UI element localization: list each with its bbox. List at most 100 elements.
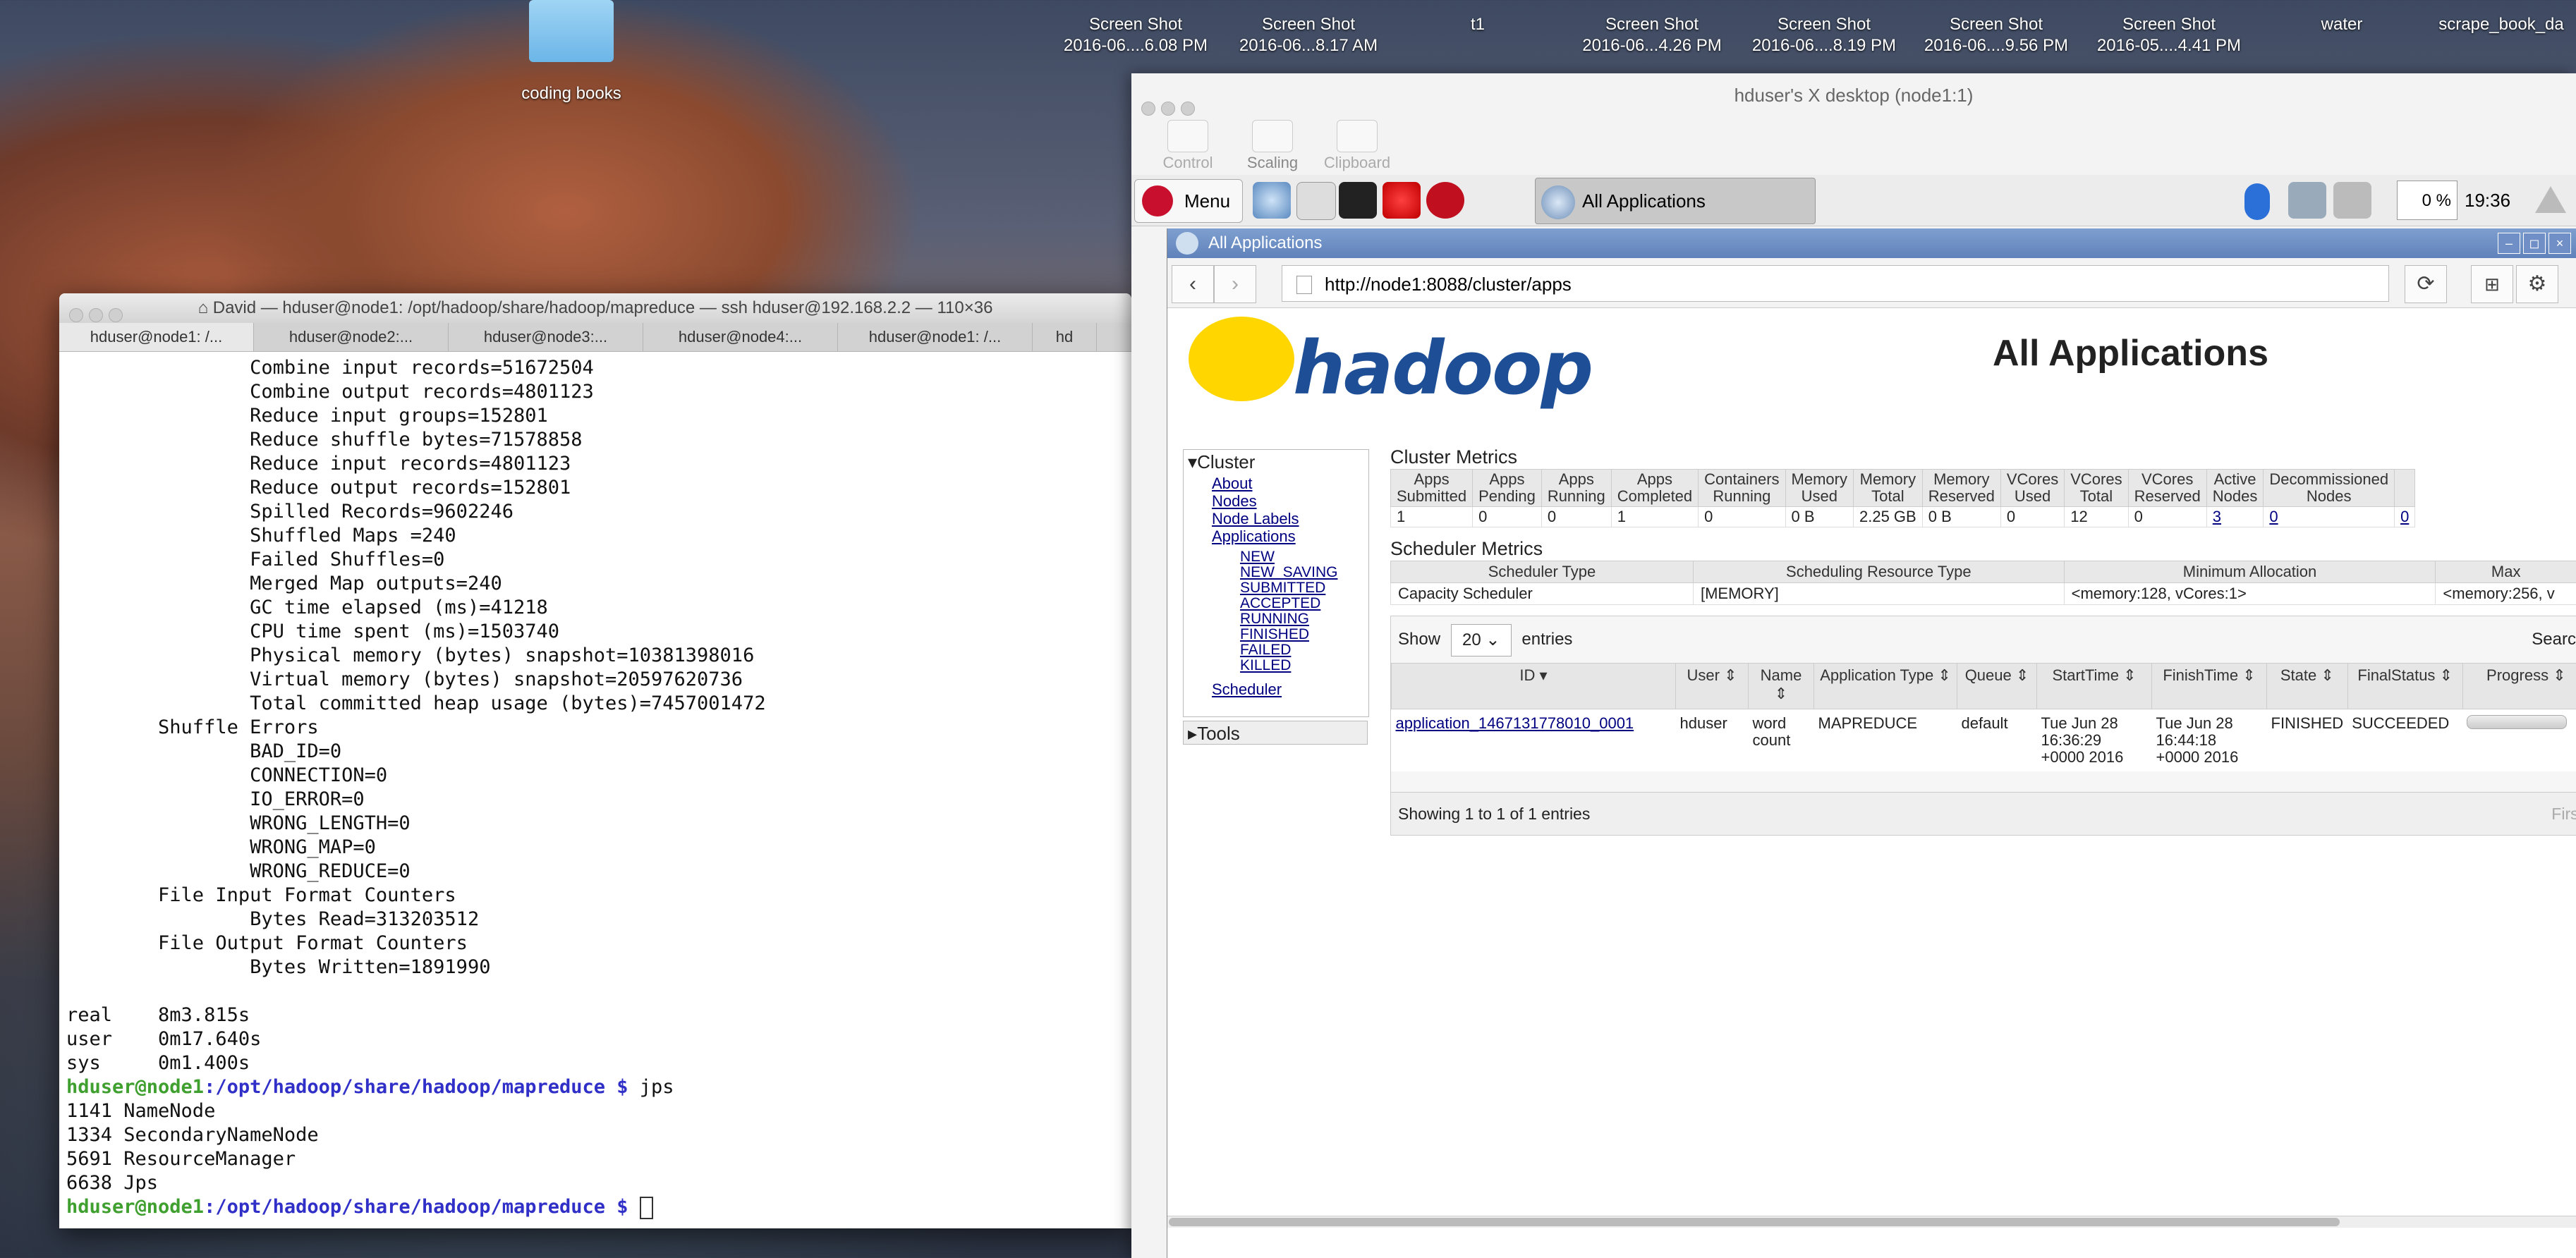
zoom-icon[interactable] bbox=[109, 308, 123, 322]
entries-select[interactable]: 20 ⌄ bbox=[1450, 623, 1512, 657]
prompt-line[interactable]: hduser@node1:/opt/hadoop/share/hadoop/ma… bbox=[66, 1195, 1124, 1219]
folder-icon[interactable] bbox=[529, 0, 614, 62]
column-header-state[interactable]: State ⇕ bbox=[2266, 663, 2348, 709]
desktop-item[interactable]: t1 bbox=[1411, 14, 1545, 35]
forward-button[interactable]: › bbox=[1214, 265, 1256, 303]
column-header-user[interactable]: User ⇕ bbox=[1675, 663, 1749, 709]
desktop-item-coding-books[interactable]: coding books bbox=[501, 83, 642, 104]
browser-window[interactable]: All Applications – ◻ × ‹ › http://node1:… bbox=[1167, 228, 2576, 1258]
first-page-button[interactable]: First bbox=[2551, 793, 2576, 835]
table-cell[interactable]: 3 bbox=[2206, 506, 2264, 527]
state-link-accepted[interactable]: ACCEPTED bbox=[1184, 596, 1368, 611]
terminal-tab[interactable]: hduser@node4:... bbox=[643, 323, 838, 351]
terminal-tab[interactable]: hduser@node1: /... bbox=[838, 323, 1033, 351]
horizontal-scrollbar[interactable] bbox=[1167, 1216, 2576, 1228]
desktop-item[interactable]: Screen Shot 2016-06...4.26 PM bbox=[1567, 14, 1737, 56]
mathematica-icon[interactable] bbox=[1383, 182, 1421, 219]
desktop-item[interactable]: water bbox=[2271, 14, 2412, 35]
sidebar-tools[interactable]: ▸Tools bbox=[1183, 721, 1368, 745]
eject-icon[interactable] bbox=[2535, 186, 2566, 213]
close-icon[interactable] bbox=[69, 308, 83, 322]
terminal-tab[interactable]: hduser@node2:... bbox=[254, 323, 449, 351]
column-header-id[interactable]: ID ▾ bbox=[1391, 663, 1676, 709]
column-header-name[interactable]: Name ⇕ bbox=[1748, 663, 1814, 709]
sidebar-link-nodes[interactable]: Nodes bbox=[1184, 492, 1368, 510]
terminal-line: Physical memory (bytes) snapshot=1038139… bbox=[66, 645, 755, 666]
terminal-window[interactable]: ⌂ David — hduser@node1: /opt/hadoop/shar… bbox=[59, 293, 1131, 1228]
column-header-type[interactable]: Application Type ⇕ bbox=[1813, 663, 1957, 709]
terminal-tab[interactable]: hd bbox=[1033, 323, 1097, 351]
terminal-launcher-icon[interactable] bbox=[1339, 182, 1377, 219]
file-manager-icon[interactable] bbox=[1296, 182, 1336, 220]
desktop-item[interactable]: Screen Shot 2016-06....6.08 PM bbox=[1051, 14, 1220, 56]
back-button[interactable]: ‹ bbox=[1172, 265, 1214, 303]
terminal-tab[interactable]: hduser@node3:... bbox=[449, 323, 643, 351]
column-header-finalstatus[interactable]: FinalStatus ⇕ bbox=[2347, 663, 2463, 709]
terminal-line: Spilled Records=9602246 bbox=[66, 501, 514, 523]
column-header: VCores Total bbox=[2064, 469, 2129, 507]
clipboard-button[interactable]: Clipboard bbox=[1315, 117, 1399, 175]
scaling-button[interactable]: Scaling bbox=[1230, 117, 1315, 175]
state-link-new[interactable]: NEW bbox=[1184, 549, 1368, 565]
minimize-icon[interactable]: – bbox=[2498, 233, 2520, 254]
close-icon[interactable] bbox=[1141, 102, 1155, 116]
settings-gear-icon[interactable]: ⚙ bbox=[2516, 265, 2558, 303]
column-header-finishtime[interactable]: FinishTime ⇕ bbox=[2151, 663, 2267, 709]
state-link-submitted[interactable]: SUBMITTED bbox=[1184, 580, 1368, 596]
window-controls[interactable] bbox=[69, 303, 128, 332]
desktop-item[interactable]: Screen Shot 2016-06...8.17 AM bbox=[1224, 14, 1393, 56]
column-header: Active Nodes bbox=[2206, 469, 2264, 507]
minimize-icon[interactable] bbox=[89, 308, 103, 322]
vnc-window[interactable]: hduser's X desktop (node1:1) Control Sca… bbox=[1131, 73, 2576, 1258]
wolfram-icon[interactable] bbox=[1426, 182, 1464, 219]
maximize-icon[interactable]: ◻ bbox=[2523, 233, 2546, 254]
window-controls[interactable] bbox=[1141, 87, 1201, 131]
taskbar-all-applications[interactable]: All Applications bbox=[1535, 178, 1816, 224]
desktop-item[interactable]: scrape_book_da bbox=[2426, 14, 2576, 35]
url-bar[interactable]: http://node1:8088/cluster/apps bbox=[1282, 265, 2389, 302]
sidebar-link-node-labels[interactable]: Node Labels bbox=[1184, 510, 1368, 527]
column-header-starttime[interactable]: StartTime ⇕ bbox=[2036, 663, 2152, 709]
close-icon[interactable]: × bbox=[2548, 233, 2571, 254]
volume-icon[interactable] bbox=[2333, 182, 2371, 219]
table-cell[interactable]: 0 bbox=[2394, 506, 2416, 527]
scrollbar-thumb[interactable] bbox=[1169, 1218, 2340, 1226]
menu-button[interactable]: Menu bbox=[1134, 179, 1243, 223]
network-icon[interactable] bbox=[2288, 182, 2326, 219]
terminal-output[interactable]: Combine input records=51672504 Combine o… bbox=[59, 352, 1131, 1223]
browser-titlebar[interactable]: All Applications – ◻ × bbox=[1167, 228, 2576, 258]
sidebar-link-scheduler[interactable]: Scheduler bbox=[1184, 680, 1368, 698]
state-link-finished[interactable]: FINISHED bbox=[1184, 627, 1368, 642]
browser-icon bbox=[1176, 232, 1198, 255]
state-link-failed[interactable]: FAILED bbox=[1184, 642, 1368, 658]
minimize-icon[interactable] bbox=[1161, 102, 1175, 116]
state-link-running[interactable]: RUNNING bbox=[1184, 611, 1368, 627]
desktop-item[interactable]: Screen Shot 2016-05....4.41 PM bbox=[2084, 14, 2254, 56]
browser-launcher-icon[interactable] bbox=[1253, 182, 1291, 219]
desktop-item[interactable]: Screen Shot 2016-06....9.56 PM bbox=[1912, 14, 2081, 56]
lxde-panel: Menu All Applications 0 % 19:36 bbox=[1131, 175, 2576, 226]
bookmark-button[interactable]: ⊞ bbox=[2471, 265, 2513, 303]
state-link-new-saving[interactable]: NEW_SAVING bbox=[1184, 565, 1368, 580]
terminal-titlebar[interactable]: ⌂ David — hduser@node1: /opt/hadoop/shar… bbox=[59, 293, 1131, 323]
table-cell[interactable]: 0 bbox=[2263, 506, 2395, 527]
panel-clock[interactable]: 19:36 bbox=[2465, 175, 2510, 226]
reload-button[interactable]: ⟳ bbox=[2405, 265, 2447, 303]
terminal-line: sys 0m1.400s bbox=[66, 1052, 250, 1074]
desktop-item[interactable]: Screen Shot 2016-06....8.19 PM bbox=[1739, 14, 1909, 56]
home-icon: ⌂ bbox=[198, 298, 213, 317]
sidebar-cluster-header[interactable]: ▾Cluster bbox=[1184, 450, 1368, 475]
table-row: application_1467131778010_0001 hduser wo… bbox=[1392, 709, 2576, 772]
zoom-icon[interactable] bbox=[1181, 102, 1195, 116]
column-header: VCores Reserved bbox=[2127, 469, 2207, 507]
bluetooth-icon[interactable] bbox=[2244, 183, 2270, 220]
column-header-queue[interactable]: Queue ⇕ bbox=[1957, 663, 2037, 709]
vnc-titlebar[interactable]: hduser's X desktop (node1:1) bbox=[1131, 73, 2576, 117]
column-header-progress[interactable]: Progress ⇕ bbox=[2462, 663, 2576, 709]
page-title: All Applications bbox=[1993, 333, 2268, 374]
sidebar-link-about[interactable]: About bbox=[1184, 475, 1368, 492]
terminal-title: David — hduser@node1: /opt/hadoop/share/… bbox=[212, 298, 993, 317]
state-link-killed[interactable]: KILLED bbox=[1184, 658, 1368, 673]
application-id-link[interactable]: application_1467131778010_0001 bbox=[1396, 714, 1634, 732]
sidebar-link-applications[interactable]: Applications bbox=[1184, 527, 1368, 545]
